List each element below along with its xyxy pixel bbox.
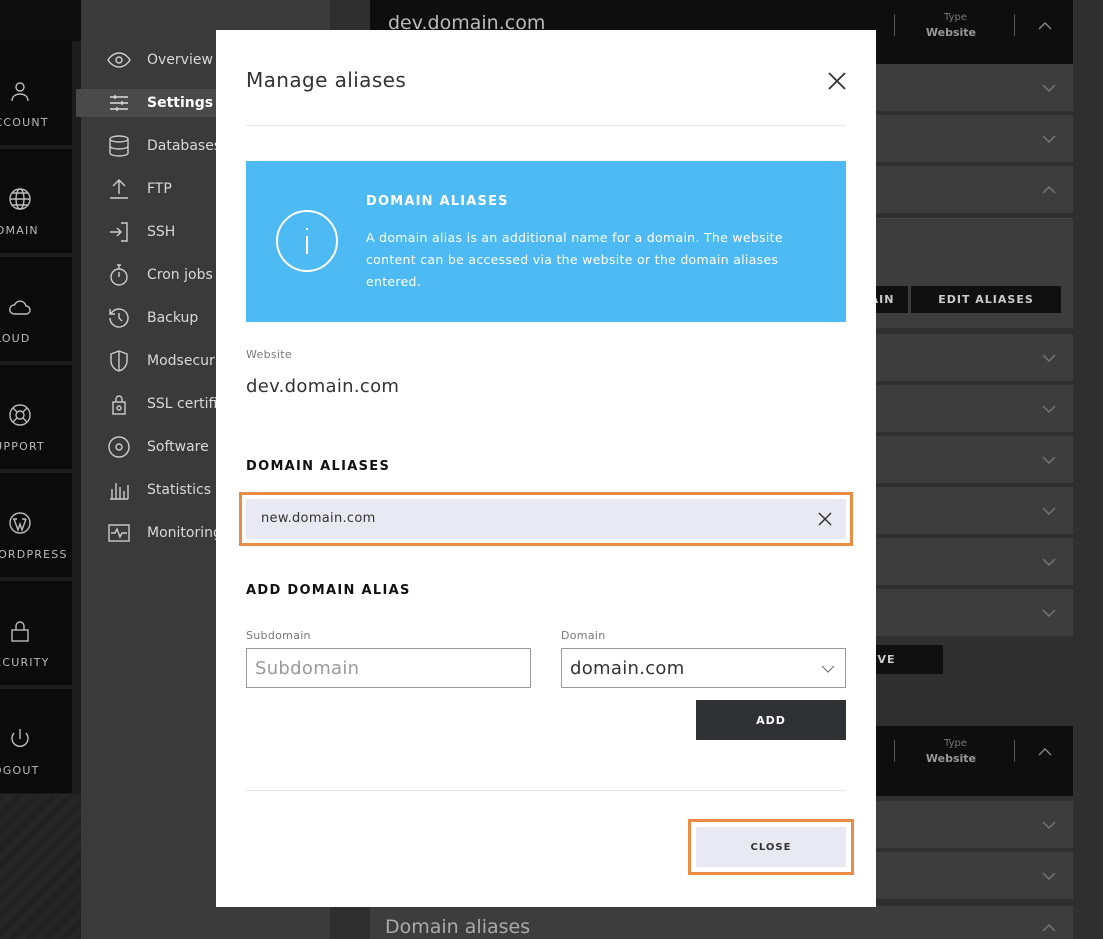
edit-aliases-button[interactable]: EDIT ALIASES <box>911 286 1061 313</box>
type-label: Type <box>944 738 967 749</box>
nav-item-label: ACCOUNT <box>0 116 49 129</box>
nav-item-cloud[interactable]: CLOUD <box>0 257 72 361</box>
submenu-item-label: Backup <box>147 310 199 326</box>
chevron-down-icon <box>1041 350 1057 366</box>
subdomain-input[interactable] <box>246 648 531 688</box>
domain-aliases-accordion[interactable]: Domain aliases <box>370 906 1073 939</box>
nav-item-support[interactable]: SUPPORT <box>0 365 72 469</box>
info-icon <box>276 210 338 272</box>
wordpress-icon <box>8 511 32 535</box>
chevron-up-icon[interactable] <box>1037 18 1053 34</box>
info-text: A domain alias is an additional name for… <box>366 230 783 289</box>
stopwatch-icon <box>107 263 131 287</box>
chevron-down-icon <box>1041 452 1057 468</box>
domain-select-value: domain.com <box>570 658 685 679</box>
domain-label: Domain <box>561 629 606 642</box>
close-icon[interactable] <box>826 70 848 92</box>
domain-aliases-title: Domain aliases <box>385 916 531 938</box>
database-icon <box>107 134 131 158</box>
divider <box>1014 14 1015 36</box>
chevron-down-icon <box>1041 817 1057 833</box>
add-domain-alias-heading: ADD DOMAIN ALIAS <box>246 583 411 598</box>
subdomain-label: Subdomain <box>246 629 311 642</box>
divider <box>894 14 895 36</box>
nav-item-label: WORDPRESS <box>0 548 68 561</box>
certificate-icon <box>107 392 131 416</box>
bar-chart-icon <box>107 478 131 502</box>
close-button[interactable]: CLOSE <box>696 827 846 867</box>
alias-item: new.domain.com <box>246 499 846 539</box>
nav-item-security[interactable]: SECURITY <box>0 581 72 685</box>
chevron-down-icon <box>1041 868 1057 884</box>
chevron-up-icon[interactable] <box>1037 744 1053 760</box>
submenu-item-label: SSL certifi <box>147 396 218 412</box>
type-value: Website <box>925 26 976 39</box>
user-icon <box>8 79 32 103</box>
divider <box>894 740 895 762</box>
nav-item-wordpress[interactable]: WORDPRESS <box>0 473 72 577</box>
submenu-item-label: Software <box>147 439 209 455</box>
chevron-down-icon <box>1041 605 1057 621</box>
website-label: Website <box>246 348 292 361</box>
main-sidebar: ACCOUNT DOMAIN CLOUD SUPPORT WORDPRESS S… <box>0 0 81 939</box>
nav-item-label: LOGOUT <box>0 764 40 777</box>
submenu-item-label: Statistics <box>147 482 211 498</box>
add-button[interactable]: ADD <box>696 700 846 740</box>
submenu-item-label: Settings <box>147 95 214 111</box>
lock-icon <box>8 619 32 643</box>
submenu-item-label: FTP <box>147 181 172 197</box>
submenu-item-label: Monitoring <box>147 525 222 541</box>
nav-item-label: SUPPORT <box>0 440 45 453</box>
modal-title: Manage aliases <box>246 68 407 92</box>
nav-item-label: SECURITY <box>0 656 50 669</box>
chevron-down-icon <box>1041 554 1057 570</box>
divider <box>1014 740 1015 762</box>
chevron-down-icon <box>1041 401 1057 417</box>
upload-icon <box>107 177 131 201</box>
website-value: dev.domain.com <box>246 376 400 397</box>
history-icon <box>107 306 131 330</box>
info-heading: DOMAIN ALIASES <box>366 194 509 209</box>
submenu-item-settings[interactable]: Settings <box>76 89 216 117</box>
eye-icon <box>107 48 131 72</box>
submenu-item-label: SSH <box>147 224 176 240</box>
submenu-item-label: Overview <box>147 52 213 68</box>
sidebar-top <box>0 0 81 41</box>
shield-icon <box>107 349 131 373</box>
sliders-icon <box>107 91 131 115</box>
chevron-down-icon <box>821 662 835 676</box>
chevron-down-icon <box>1041 131 1057 147</box>
disc-icon <box>107 435 131 459</box>
remove-alias-icon[interactable] <box>818 512 832 526</box>
nav-item-label: DOMAIN <box>0 224 39 237</box>
login-icon <box>107 220 131 244</box>
nav-item-logout[interactable]: LOGOUT <box>0 689 72 793</box>
divider <box>246 790 846 791</box>
type-label: Type <box>944 12 967 23</box>
alias-text: new.domain.com <box>261 511 376 526</box>
lifebuoy-icon <box>8 403 32 427</box>
submenu-item-label: Modsecuri <box>147 353 219 369</box>
sidebar-background-image <box>0 794 81 939</box>
submenu-item-label: Cron jobs <box>147 267 213 283</box>
nav-item-domain[interactable]: DOMAIN <box>0 149 72 253</box>
nav-item-label: CLOUD <box>0 332 31 345</box>
chevron-up-icon <box>1041 920 1057 936</box>
submenu-item-label: Databases <box>147 138 222 154</box>
type-value: Website <box>925 752 976 765</box>
nav-item-account[interactable]: ACCOUNT <box>0 41 72 145</box>
divider <box>246 125 846 126</box>
chevron-up-icon <box>1041 182 1057 198</box>
info-box: DOMAIN ALIASES A domain alias is an addi… <box>246 161 846 322</box>
cloud-icon <box>8 295 32 319</box>
globe-icon <box>8 187 32 211</box>
power-icon <box>8 727 32 751</box>
manage-aliases-modal: Manage aliases DOMAIN ALIASES A domain a… <box>216 30 876 907</box>
chevron-down-icon <box>1041 503 1057 519</box>
domain-aliases-heading: DOMAIN ALIASES <box>246 459 391 474</box>
pulse-icon <box>107 521 131 545</box>
domain-select[interactable]: domain.com <box>561 648 846 688</box>
chevron-down-icon <box>1041 80 1057 96</box>
